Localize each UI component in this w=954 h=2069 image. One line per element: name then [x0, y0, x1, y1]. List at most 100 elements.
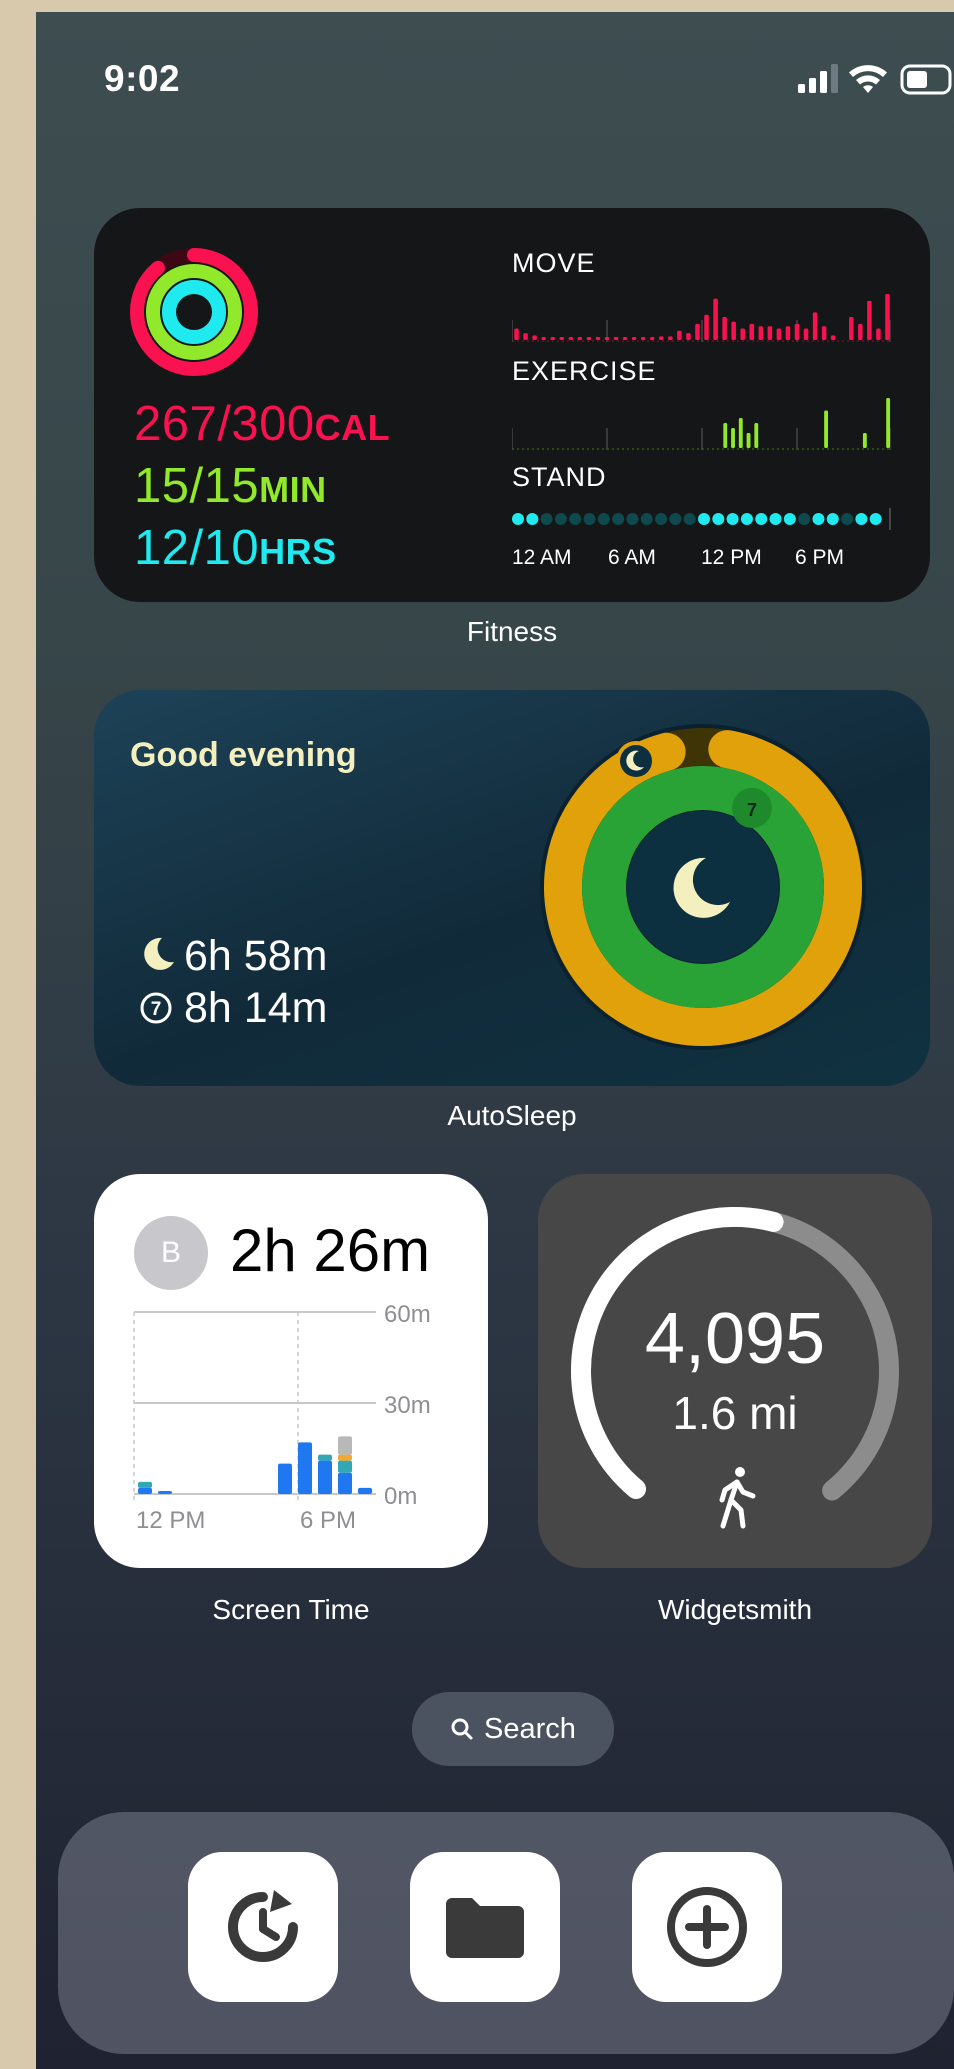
move-hour-bar: [686, 333, 691, 340]
stand-ring: [162, 280, 226, 344]
exercise-hour-bar: [754, 423, 759, 448]
move-hour-bar: [659, 336, 664, 340]
move-hour-bar: [514, 328, 519, 340]
move-hour-bar: [704, 314, 709, 340]
screen-time-bar-blue: [158, 1490, 172, 1494]
exercise-hour-bar: [723, 423, 728, 448]
outer-ring-moon-badge: [616, 741, 656, 781]
stand-hour-dot: [826, 513, 839, 525]
fitness-widget[interactable]: 267/300CAL 15/15MIN 12/10HRS MOVE EXERCI…: [94, 208, 930, 602]
widgetsmith-widget[interactable]: 4,095 1.6 mi: [538, 1174, 932, 1568]
in-bed-row: 7 8h 14m: [138, 984, 327, 1033]
autosleep-widget[interactable]: Good evening 6h 58m 7 8h 14m 7 %: [94, 690, 930, 1086]
stand-chart-label: STAND: [512, 462, 607, 492]
sleep-rings: 7 %: [540, 724, 866, 1050]
screen-time-bar-teal: [338, 1460, 352, 1473]
screen-time-caption: Screen Time: [212, 1594, 370, 1625]
move-hour-bar: [550, 337, 555, 340]
move-hour-bar: [821, 326, 827, 340]
stand-hour-dot: [583, 513, 596, 525]
widgetsmith-caption: Widgetsmith: [657, 1594, 813, 1625]
add-circle-icon: [667, 1887, 747, 1967]
stand-value: 12/10: [134, 521, 260, 575]
move-hour-bar: [858, 323, 863, 340]
move-hour-bar: [776, 328, 782, 340]
search-label: Search: [484, 1712, 576, 1745]
stand-hourly-chart: [512, 508, 891, 530]
dock-app-files[interactable]: [410, 1852, 560, 2002]
walking-person-icon: [719, 1467, 756, 1529]
autosleep-caption: AutoSleep: [447, 1100, 577, 1131]
greeting: Good evening: [130, 736, 357, 774]
tick-12am: 12 AM: [512, 546, 572, 569]
search-button[interactable]: Search: [412, 1692, 614, 1766]
distance: 1.6 mi: [672, 1387, 798, 1439]
move-hour-bar: [595, 337, 601, 340]
stand-hour-dot: [655, 513, 668, 525]
move-hour-bar: [577, 337, 583, 340]
tick-6am: 6 AM: [608, 546, 656, 569]
dock-app-clock-history[interactable]: [188, 1852, 338, 2002]
screen-time-bar-blue: [298, 1442, 312, 1494]
move-value: 267/300: [134, 397, 315, 451]
stand-hour-dot: [640, 513, 653, 525]
exercise-unit: MIN: [259, 469, 327, 510]
battery-icon: [900, 64, 952, 95]
y-label-60m: 60m: [384, 1301, 431, 1328]
move-hour-bar: [713, 298, 718, 340]
stand-hour-dot: [683, 513, 696, 525]
exercise-hour-bar: [731, 428, 735, 448]
x-label-6pm: 6 PM: [300, 1507, 356, 1534]
screen-time-bar-orange: [338, 1454, 352, 1461]
activity-rings: [130, 248, 258, 376]
stand-stat: 12/10HRS: [134, 520, 337, 576]
stand-hour-dot: [669, 513, 682, 525]
move-hour-bar: [568, 337, 574, 340]
stand-hour-dot: [712, 513, 725, 525]
move-chart-label: MOVE: [512, 248, 596, 278]
exercise-hour-bar: [862, 433, 867, 448]
move-hour-bar: [812, 312, 818, 340]
moon-icon: [144, 937, 174, 970]
stand-hour-dot: [512, 513, 524, 525]
screen-time-bar-blue: [138, 1487, 152, 1494]
screen-time-bar-gray: [338, 1436, 352, 1455]
exercise-hour-bar: [886, 398, 891, 448]
move-hour-bar: [586, 337, 592, 340]
dock-app-add[interactable]: [632, 1852, 782, 2002]
search-icon: [451, 1718, 473, 1740]
move-hour-bar: [758, 326, 764, 340]
screen-time-widget[interactable]: B 2h 26m 60m 30m 0m 12 PM 6 PM: [94, 1174, 488, 1568]
stand-hour-dot: [554, 513, 567, 525]
exercise-hour-bar: [824, 410, 829, 448]
move-stat: 267/300CAL: [134, 396, 390, 452]
move-hour-bar: [867, 300, 872, 340]
move-hour-bar: [649, 337, 655, 340]
stand-hour-dot: [526, 513, 539, 525]
screen-time-bar-blue: [358, 1487, 372, 1494]
bed-count-icon: 7: [140, 992, 172, 1024]
move-hour-bar: [613, 337, 619, 340]
sleep-duration: 6h 58m: [184, 932, 328, 980]
move-hour-bar: [785, 326, 791, 340]
clock-history-icon: [228, 1890, 298, 1962]
move-hour-bar: [622, 337, 628, 340]
status-icons: [798, 64, 952, 95]
stand-unit: HRS: [259, 531, 337, 572]
move-hour-bar: [830, 335, 836, 340]
tick-6pm: 6 PM: [795, 546, 845, 569]
move-hour-bar: [532, 335, 537, 340]
move-hour-bar: [541, 337, 546, 340]
move-hour-bar: [876, 328, 881, 340]
move-hour-bar: [885, 294, 890, 340]
move-hour-bar: [695, 323, 700, 340]
fitness-caption: Fitness: [466, 616, 558, 647]
exercise-stat: 15/15MIN: [134, 458, 327, 514]
wifi-icon: [849, 65, 887, 93]
status-bar: 9:02: [36, 12, 954, 142]
cellular-signal-icon: [798, 64, 838, 93]
dock: [58, 1812, 954, 2054]
home-screen: 9:02 267/300CAL 15/15MIN 12/10HRS MOVE E…: [36, 12, 954, 2069]
folder-icon: [446, 1898, 524, 1958]
move-hourly-chart: [512, 294, 892, 342]
